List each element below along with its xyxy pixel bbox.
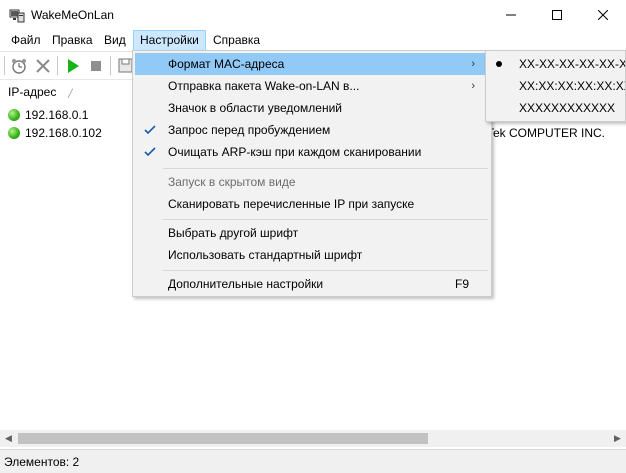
column-header-ip[interactable]: IP-адрес [0,80,56,104]
status-bar: Элементов: 2 [0,449,626,473]
menu-item-clear-arp[interactable]: Очищать ARP-кэш при каждом сканировании [135,141,489,163]
app-icon [9,7,25,23]
toolbar-separator [57,56,58,75]
checkmark-icon [144,141,156,170]
row-ip: 192.168.0.1 [25,108,89,122]
alarm-clock-icon[interactable] [9,56,29,76]
scrollbar-thumb[interactable] [18,433,428,444]
menu-item-label: Формат MAC-адреса [168,57,285,71]
menu-settings[interactable]: Настройки [133,30,206,51]
submenu-item-label: XX:XX:XX:XX:XX:XX [519,79,626,93]
menu-item-label: Сканировать перечисленные IP при запуске [168,197,415,211]
menu-item-choose-font[interactable]: Выбрать другой шрифт [135,222,489,244]
delete-icon[interactable] [33,56,53,76]
menu-file[interactable]: Файл [5,30,47,51]
toolbar-separator [110,56,111,75]
shortcut-label: F9 [454,277,469,291]
menu-item-scan-on-start[interactable]: Сканировать перечисленные IP при запуске [135,193,489,215]
menu-item-confirm-wake[interactable]: Запрос перед пробуждением [135,119,489,141]
menu-edit[interactable]: Правка [46,30,99,51]
sort-arrow-icon: ╱ [68,89,73,98]
play-icon[interactable] [63,56,83,76]
menu-separator [163,219,488,220]
menu-item-mac-format[interactable]: Формат MAC-адреса › [135,53,489,75]
toolbar-grip [4,56,5,75]
column-header-label: IP-адрес [8,85,57,99]
item-count: Элементов: 2 [4,455,80,469]
menu-item-start-hidden: Запуск в скрытом виде [135,171,489,193]
menu-item-default-font[interactable]: Использовать стандартный шрифт [135,244,489,266]
menu-view[interactable]: Вид [98,30,132,51]
menu-separator [163,270,488,271]
menu-item-label: Запуск в скрытом виде [168,175,296,189]
menu-item-wol-target[interactable]: Отправка пакета Wake-on-LAN в... › [135,75,489,97]
menu-bar: Файл Правка Вид Настройки Справка [0,30,626,51]
radio-bullet-icon [496,61,502,67]
scroll-left-icon[interactable]: ◀ [0,430,17,447]
stop-icon[interactable] [86,56,106,76]
maximize-button[interactable] [534,0,580,30]
menu-item-label: Выбрать другой шрифт [168,226,299,240]
close-button[interactable] [580,0,626,30]
menu-item-advanced-options[interactable]: Дополнительные настройки F9 [135,273,489,295]
menu-item-label: Значок в области уведомлений [168,101,343,115]
menu-item-tray-icon[interactable]: Значок в области уведомлений [135,97,489,119]
menu-help[interactable]: Справка [207,30,266,51]
submenu-item-dash-format[interactable]: XX-XX-XX-XX-XX-XX [488,53,626,75]
settings-dropdown: Формат MAC-адреса › Отправка пакета Wake… [132,50,492,297]
row-vendor: Tek COMPUTER INC. [487,126,606,140]
submenu-item-plain-format[interactable]: XXXXXXXXXXXX [488,97,625,119]
online-status-icon [8,127,20,139]
row-ip: 192.168.0.102 [25,126,102,140]
horizontal-scrollbar[interactable]: ◀ ▶ [0,430,626,447]
submenu-item-label: XXXXXXXXXXXX [519,101,616,115]
menu-item-label: Использовать стандартный шрифт [168,248,363,262]
menu-item-label: Отправка пакета Wake-on-LAN в... [168,79,360,93]
menu-item-label: Дополнительные настройки [168,277,324,291]
online-status-icon [8,109,20,121]
menu-separator [163,168,488,169]
title-bar: WakeMeOnLan [0,0,626,30]
minimize-button[interactable] [488,0,534,30]
chevron-right-icon: › [471,80,475,92]
window-title: WakeMeOnLan [31,8,114,22]
submenu-item-label: XX-XX-XX-XX-XX-XX [519,57,626,71]
menu-item-label: Запрос перед пробуждением [168,123,331,137]
mac-format-submenu: XX-XX-XX-XX-XX-XX XX:XX:XX:XX:XX:XX XXXX… [485,50,626,122]
submenu-item-colon-format[interactable]: XX:XX:XX:XX:XX:XX [488,75,626,97]
menu-item-label: Очищать ARP-кэш при каждом сканировании [168,145,422,159]
scroll-right-icon[interactable]: ▶ [609,430,626,447]
chevron-right-icon: › [471,58,475,70]
